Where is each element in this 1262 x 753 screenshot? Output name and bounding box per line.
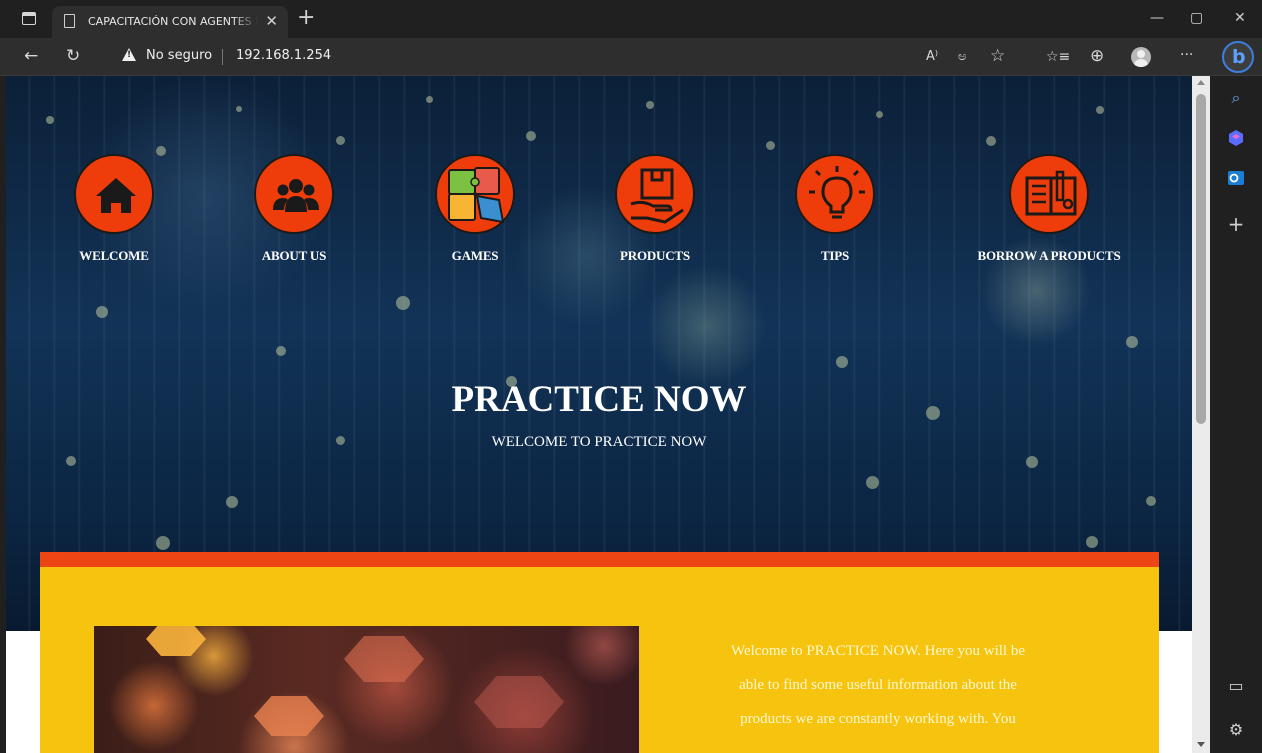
close-window-button[interactable]: ✕	[1234, 10, 1246, 26]
copilot-icon[interactable]	[1224, 128, 1248, 152]
nav-label[interactable]: TIPS	[745, 248, 925, 264]
address-separator	[222, 49, 223, 65]
search-icon[interactable]: ⌕	[1224, 86, 1248, 110]
intro-bokeh-image	[94, 626, 639, 753]
browser-tab[interactable]: CAPACITACIÓN CON AGENTES D ✕	[52, 6, 288, 38]
add-icon[interactable]: +	[1224, 212, 1248, 236]
profile-avatar[interactable]	[1131, 47, 1151, 67]
nav-label[interactable]: GAMES	[385, 248, 565, 264]
outlook-icon[interactable]	[1224, 168, 1248, 192]
tab-title: CAPACITACIÓN CON AGENTES D	[88, 15, 258, 28]
maximize-button[interactable]: ▢	[1190, 10, 1203, 26]
nav-label[interactable]: PRODUCTS	[565, 248, 745, 264]
new-tab-button[interactable]: +	[297, 7, 315, 29]
url-text[interactable]: 192.168.1.254	[236, 48, 331, 63]
nav-label[interactable]: BORROW A PRODUCTS	[959, 248, 1139, 264]
product-box-icon[interactable]	[615, 154, 695, 234]
scroll-down-arrow-icon[interactable]	[1197, 742, 1205, 747]
tab-actions-icon[interactable]	[22, 12, 36, 25]
page-scrollbar[interactable]	[1192, 76, 1210, 753]
intro-card: Welcome to PRACTICE NOW. Here you will b…	[40, 552, 1159, 753]
puzzle-icon[interactable]	[435, 154, 515, 234]
bing-chat-icon[interactable]: b	[1222, 41, 1254, 73]
settings-icon[interactable]: ⚙	[1224, 718, 1248, 742]
tab-close-icon[interactable]: ✕	[265, 12, 278, 30]
back-icon[interactable]: ←	[24, 46, 38, 66]
favorites-icon[interactable]: ☆≡	[1046, 47, 1070, 67]
nav-item-welcome[interactable]: WELCOME	[24, 154, 204, 264]
toggle-panel-icon[interactable]: ▭	[1224, 674, 1248, 698]
refresh-icon[interactable]: ↻	[66, 46, 80, 66]
edge-sidebar: ⌕ + ▭ ⚙	[1210, 76, 1262, 753]
nav-item-tips[interactable]: TIPS	[745, 154, 925, 264]
minimize-button[interactable]: —	[1150, 10, 1164, 26]
main-navigation: WELCOME ABOUT US GAMES PRODUCTS TIPS BOR…	[6, 154, 1192, 274]
nav-label[interactable]: ABOUT US	[204, 248, 384, 264]
intro-line: products we are constantly working with.…	[740, 711, 1016, 727]
nav-item-games[interactable]: GAMES	[385, 154, 565, 264]
scroll-thumb[interactable]	[1196, 94, 1206, 424]
tools-manual-icon[interactable]	[1009, 154, 1089, 234]
more-icon[interactable]: ···	[1180, 45, 1193, 65]
lightbulb-icon[interactable]	[795, 154, 875, 234]
nav-label[interactable]: WELCOME	[24, 248, 204, 264]
read-aloud-icon[interactable]: A⁾	[926, 47, 938, 67]
group-icon[interactable]	[254, 154, 334, 234]
tab-bar: CAPACITACIÓN CON AGENTES D ✕ + — ▢ ✕	[0, 0, 1262, 38]
intro-line: able to find some useful information abo…	[739, 677, 1017, 693]
intro-line: Welcome to PRACTICE NOW. Here you will b…	[730, 643, 1026, 659]
bing-glyph: b	[1232, 46, 1246, 68]
hero-subtitle: WELCOME TO PRACTICE NOW	[491, 434, 707, 450]
browser-toolbar: ← ↻ No seguro 192.168.1.254 A⁾ ಅ ☆ ☆≡ ⊕ …	[0, 38, 1262, 76]
scroll-up-arrow-icon[interactable]	[1197, 80, 1205, 85]
security-label[interactable]: No seguro	[146, 48, 212, 63]
page-viewport: WELCOME ABOUT US GAMES PRODUCTS TIPS BOR…	[6, 76, 1192, 753]
intro-text: Welcome to PRACTICE NOW. Here you will b…	[678, 634, 1078, 736]
hero-section: WELCOME ABOUT US GAMES PRODUCTS TIPS BOR…	[6, 76, 1192, 631]
address-bar[interactable]: No seguro 192.168.1.254	[110, 42, 1140, 72]
page-icon	[64, 14, 75, 28]
nav-item-borrow-products[interactable]: BORROW A PRODUCTS	[959, 154, 1139, 264]
nav-item-about-us[interactable]: ABOUT US	[204, 154, 384, 264]
collections-icon[interactable]: ⊕	[1090, 46, 1104, 66]
home-icon[interactable]	[74, 154, 154, 234]
intro-card-top-bar	[40, 552, 1159, 567]
warning-icon[interactable]	[122, 48, 136, 61]
translate-icon[interactable]: ಅ	[958, 47, 967, 67]
hero-title: PRACTICE NOW	[451, 379, 747, 420]
favorite-add-icon[interactable]: ☆	[990, 46, 1005, 66]
nav-item-products[interactable]: PRODUCTS	[565, 154, 745, 264]
